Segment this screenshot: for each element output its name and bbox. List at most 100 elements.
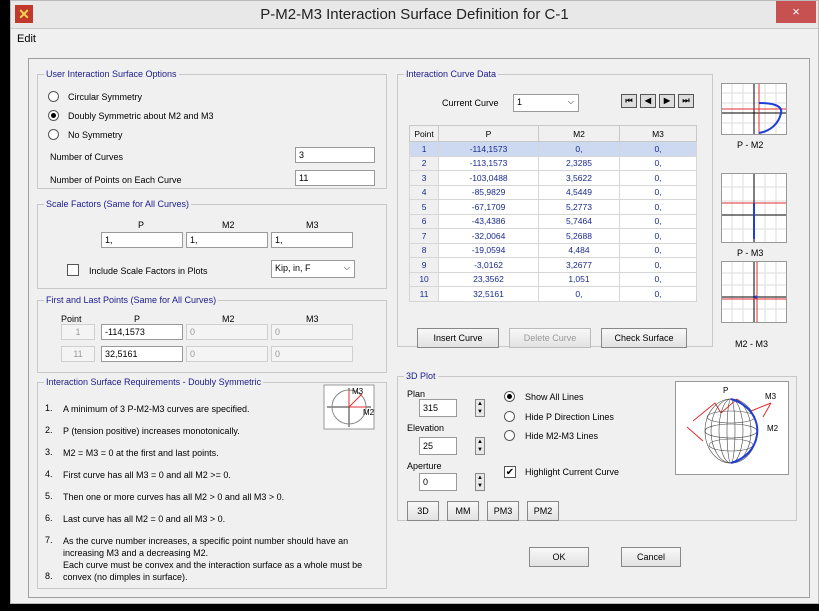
table-cell[interactable]: 5,2773 (537, 199, 621, 215)
table-row[interactable]: 1 -114,1573 0, 0, (408, 141, 697, 157)
view-pm2-button[interactable]: PM2 (527, 501, 559, 521)
table-row[interactable]: 3 -103,0488 3,5622 0, (408, 170, 697, 186)
last-point-p-input[interactable] (101, 346, 183, 362)
table-cell[interactable]: 0, (537, 141, 621, 157)
table-cell[interactable]: 3,5622 (537, 170, 621, 186)
table-cell[interactable]: 5,2688 (537, 228, 621, 244)
last-curve-button[interactable]: ⏭ (678, 94, 694, 108)
table-row[interactable]: 11 32,5161 0, 0, (408, 286, 697, 302)
cancel-button[interactable]: Cancel (621, 547, 681, 567)
hide-p-lines-radio[interactable] (504, 411, 515, 422)
units-dropdown[interactable]: Kip, in, F ⌵ (271, 260, 355, 278)
table-cell[interactable]: 0, (619, 141, 697, 157)
no-symmetry-label: No Symmetry (68, 130, 123, 140)
table-row[interactable]: 2 -113,1573 2,3285 0, (408, 155, 697, 171)
current-curve-dropdown[interactable]: 1 ⌵ (513, 94, 579, 112)
table-cell[interactable]: 0, (619, 170, 697, 186)
requirement-number: 7. (45, 535, 53, 545)
prev-curve-button[interactable]: ◀ (640, 94, 656, 108)
table-cell[interactable]: -32,0064 (438, 228, 539, 244)
table-cell[interactable]: 3,2677 (537, 257, 621, 273)
table-cell[interactable]: 1,051 (537, 271, 621, 287)
table-cell[interactable]: 0, (619, 242, 697, 258)
doubly-symmetric-label: Doubly Symmetric about M2 and M3 (68, 111, 214, 121)
no-symmetry-radio[interactable] (48, 129, 59, 140)
include-scale-label: Include Scale Factors in Plots (89, 266, 208, 276)
scale-m2-input[interactable] (186, 232, 268, 248)
requirements-legend: Interaction Surface Requirements - Doubl… (46, 377, 262, 387)
hide-m2m3-lines-radio[interactable] (504, 430, 515, 441)
num-points-input[interactable] (295, 170, 375, 186)
elevation-spinner[interactable]: ▲ ▼ (475, 437, 485, 455)
circular-symmetry-radio[interactable] (48, 91, 59, 102)
first-curve-button[interactable]: ⏮ (621, 94, 637, 108)
plan-input[interactable] (419, 399, 457, 417)
delete-curve-button[interactable]: Delete Curve (509, 328, 591, 348)
table-row[interactable]: 5 -67,1709 5,2773 0, (408, 199, 697, 215)
aperture-spinner[interactable]: ▲ ▼ (475, 473, 485, 491)
table-cell[interactable]: -3,0162 (438, 257, 539, 273)
highlight-current-checkbox[interactable]: ✔ (504, 466, 516, 478)
include-scale-checkbox[interactable] (67, 264, 79, 276)
table-cell[interactable]: -85,9829 (438, 184, 539, 200)
view-3d-button[interactable]: 3D (407, 501, 439, 521)
table-cell[interactable]: -103,0488 (438, 170, 539, 186)
view-pm3-button[interactable]: PM3 (487, 501, 519, 521)
menu-edit[interactable]: Edit (17, 33, 36, 45)
table-row[interactable]: 7 -32,0064 5,2688 0, (408, 228, 697, 244)
row-header: 6 (408, 213, 440, 229)
table-row[interactable]: 4 -85,9829 4,5449 0, (408, 184, 697, 200)
first-point-p-input[interactable] (101, 324, 183, 340)
row-header: 2 (408, 155, 440, 171)
table-cell[interactable]: 0, (619, 228, 697, 244)
plan-spinner[interactable]: ▲ ▼ (475, 399, 485, 417)
plot3d-p-label: P (723, 386, 728, 395)
ok-button[interactable]: OK (529, 547, 589, 567)
table-row[interactable]: 6 -43,4386 5,7464 0, (408, 213, 697, 229)
table-row[interactable]: 9 -3,0162 3,2677 0, (408, 257, 697, 273)
scale-header-m2: M2 (222, 220, 235, 230)
first-point-m3-input (271, 324, 353, 340)
curve-column-header[interactable]: M3 (619, 125, 697, 142)
table-cell[interactable]: 0, (619, 257, 697, 273)
table-cell[interactable]: 23,3562 (438, 271, 539, 287)
table-cell[interactable]: 5,7464 (537, 213, 621, 229)
table-cell[interactable]: -19,0594 (438, 242, 539, 258)
aperture-input[interactable] (419, 473, 457, 491)
table-cell[interactable]: 0, (619, 271, 697, 287)
table-cell[interactable]: 0, (619, 155, 697, 171)
check-surface-button[interactable]: Check Surface (601, 328, 687, 348)
num-curves-input[interactable] (295, 147, 375, 163)
table-cell[interactable]: 0, (619, 199, 697, 215)
insert-curve-button[interactable]: Insert Curve (417, 328, 499, 348)
table-cell[interactable]: 32,5161 (438, 286, 539, 302)
table-cell[interactable]: 0, (619, 184, 697, 200)
view-mm-button[interactable]: MM (447, 501, 479, 521)
curve-column-header[interactable]: Point (408, 125, 440, 142)
table-cell[interactable]: -43,4386 (438, 213, 539, 229)
curve-column-header[interactable]: M2 (537, 125, 621, 142)
table-cell[interactable]: 0, (619, 213, 697, 229)
table-cell[interactable]: -113,1573 (438, 155, 539, 171)
table-row[interactable]: 10 23,3562 1,051 0, (408, 271, 697, 287)
curve-column-header[interactable]: P (438, 125, 539, 142)
scale-p-input[interactable] (101, 232, 183, 248)
surface-3d-plot[interactable]: P M3 M2 (675, 381, 789, 475)
table-row[interactable]: 8 -19,0594 4,484 0, (408, 242, 697, 258)
doubly-symmetric-radio[interactable] (48, 110, 59, 121)
curve-data-table[interactable]: Point P M2 M3 1 -114,1573 0, 0, 2 -113,1573 2,328… (408, 125, 697, 302)
table-cell[interactable]: -67,1709 (438, 199, 539, 215)
table-cell[interactable]: 0, (537, 286, 621, 302)
table-cell[interactable]: -114,1573 (438, 141, 539, 157)
requirement-number: 8. (45, 571, 53, 581)
show-all-lines-radio[interactable] (504, 391, 515, 402)
elevation-input[interactable] (419, 437, 457, 455)
scale-m3-input[interactable] (271, 232, 353, 248)
close-button[interactable]: × (776, 1, 816, 23)
table-cell[interactable]: 0, (619, 286, 697, 302)
p-m3-plot-label: P - M3 (737, 248, 764, 258)
table-cell[interactable]: 2,3285 (537, 155, 621, 171)
table-cell[interactable]: 4,484 (537, 242, 621, 258)
next-curve-button[interactable]: ▶ (659, 94, 675, 108)
table-cell[interactable]: 4,5449 (537, 184, 621, 200)
